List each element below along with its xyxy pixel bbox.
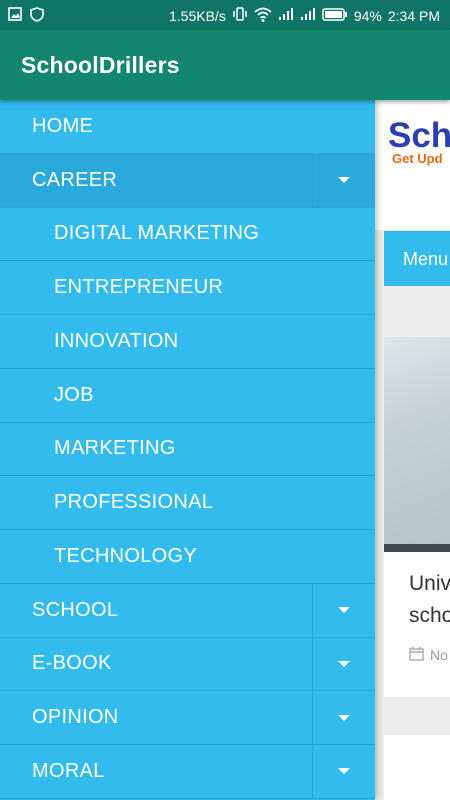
career-expand-toggle[interactable]	[312, 153, 375, 207]
battery-percent: 94%	[353, 7, 382, 24]
nav-subitem-entrepreneur[interactable]: ENTREPRENEUR	[0, 261, 375, 315]
nav-subitem-marketing[interactable]: MARKETING	[0, 423, 375, 477]
article-card[interactable]: Univ scho No	[384, 337, 450, 697]
site-header: Sch Get Upd	[375, 100, 450, 230]
nav-subitem-label: DIGITAL MARKETING	[54, 222, 260, 245]
signal-icon	[278, 7, 294, 24]
signal-icon-2	[300, 7, 316, 24]
background-page: Sch Get Upd Menu Univ scho No	[375, 100, 450, 800]
nav-item-label: HOME	[32, 114, 94, 137]
opinion-expand-toggle[interactable]	[312, 691, 375, 744]
nav-item-label: OPINION	[32, 706, 119, 729]
nav-subitem-label: ENTREPRENEUR	[54, 276, 224, 299]
nav-item-label: E-BOOK	[32, 652, 112, 675]
battery-icon	[322, 7, 348, 24]
nav-item-school[interactable]: SCHOOL	[0, 583, 375, 638]
school-expand-toggle[interactable]	[312, 583, 375, 637]
calendar-icon	[409, 646, 424, 664]
image-icon	[8, 7, 22, 27]
clock: 2:34 PM	[387, 7, 440, 24]
nav-subitem-label: JOB	[54, 383, 94, 406]
caret-down-icon	[338, 768, 350, 775]
vibrate-icon	[232, 6, 248, 25]
article-title-line2[interactable]: scho	[409, 604, 450, 628]
nav-subitem-label: TECHNOLOGY	[54, 544, 198, 567]
nav-subitem-digital-marketing[interactable]: DIGITAL MARKETING	[0, 208, 375, 262]
nav-subitem-job[interactable]: JOB	[0, 369, 375, 423]
status-bar: 1.55KB/s 94% 2:34 PM	[0, 0, 450, 30]
navigation-drawer: HOME CAREER DIGITAL MARKETING ENTREPRENE…	[0, 100, 375, 800]
nav-item-career[interactable]: CAREER	[0, 153, 375, 208]
article-title-line1[interactable]: Univ	[409, 572, 450, 596]
nav-subitem-label: PROFESSIONAL	[54, 491, 214, 514]
site-menu-button[interactable]: Menu	[384, 231, 450, 286]
caret-down-icon	[338, 714, 350, 721]
nav-subitem-label: MARKETING	[54, 437, 176, 460]
site-menu-label: Menu	[403, 249, 449, 269]
nav-subitem-label: INNOVATION	[54, 329, 179, 352]
article-card-2[interactable]	[384, 735, 450, 800]
site-logo[interactable]: Sch	[388, 116, 450, 156]
nav-subitem-technology[interactable]: TECHNOLOGY	[0, 530, 375, 584]
nav-item-label: CAREER	[32, 168, 118, 191]
article-image[interactable]	[384, 337, 450, 552]
app-bar: SchoolDrillers	[0, 30, 450, 100]
nav-item-opinion[interactable]: OPINION	[0, 691, 375, 745]
ebook-expand-toggle[interactable]	[312, 637, 375, 691]
article-date-text: No	[430, 647, 448, 663]
network-speed: 1.55KB/s	[169, 7, 226, 24]
nav-subitem-innovation[interactable]: INNOVATION	[0, 315, 375, 369]
caret-down-icon	[338, 607, 350, 614]
article-date: No	[409, 646, 448, 664]
site-tagline: Get Upd	[392, 151, 443, 166]
caret-down-icon	[338, 660, 350, 667]
caret-down-icon	[338, 177, 350, 184]
nav-item-moral[interactable]: MORAL	[0, 745, 375, 799]
shield-icon	[30, 7, 44, 27]
nav-item-home[interactable]: HOME	[0, 100, 375, 154]
nav-item-label: MORAL	[32, 759, 105, 782]
nav-item-ebook[interactable]: E-BOOK	[0, 637, 375, 692]
moral-expand-toggle[interactable]	[312, 745, 375, 798]
wifi-icon	[254, 7, 272, 25]
nav-item-label: SCHOOL	[32, 598, 119, 621]
nav-subitem-professional[interactable]: PROFESSIONAL	[0, 476, 375, 530]
app-title: SchoolDrillers	[21, 52, 180, 78]
